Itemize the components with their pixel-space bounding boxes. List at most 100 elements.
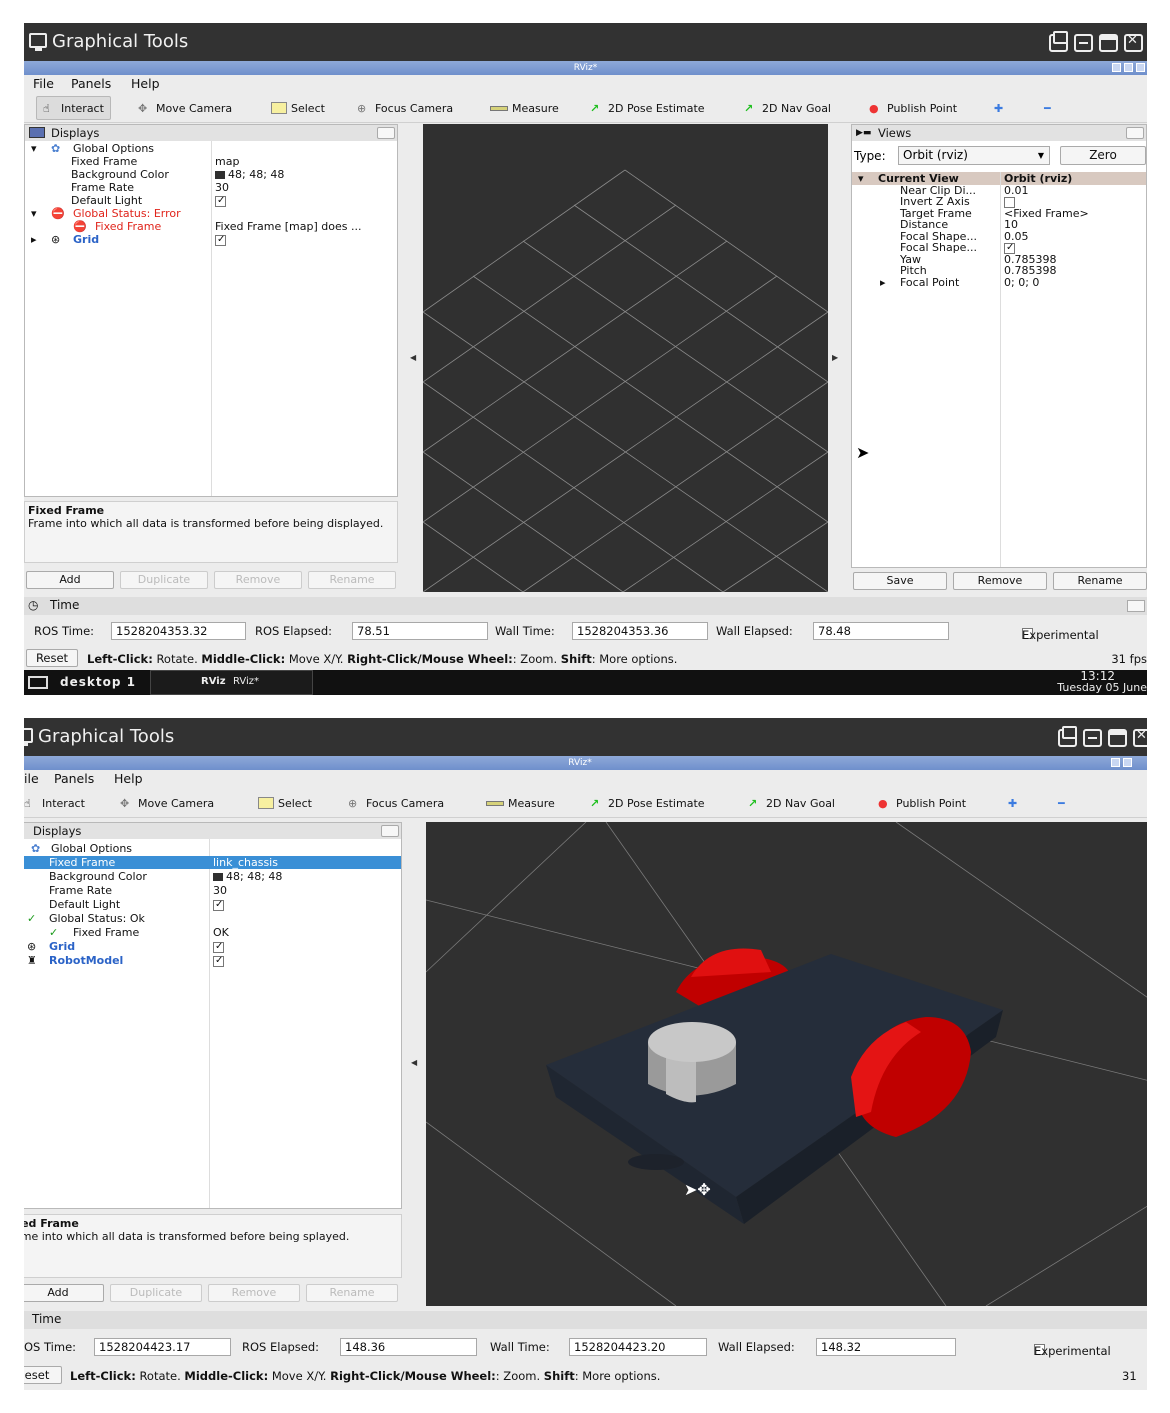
collapse-left-arrow-icon[interactable]: ◀ (411, 1058, 417, 1067)
restore-window-button[interactable] (1049, 31, 1068, 52)
reset-button[interactable]: eset (24, 1366, 62, 1384)
select-tool[interactable]: Select (258, 794, 312, 812)
wall-time-field[interactable]: 1528204353.36 (572, 622, 708, 640)
add-button[interactable]: Add (26, 571, 114, 589)
tree-row-background-color[interactable]: Background Color 48; 48; 48 (24, 870, 401, 883)
ros-time-field[interactable]: 1528204423.17 (94, 1338, 231, 1356)
tree-row-fixed-frame[interactable]: Fixed Frame link_chassis (24, 856, 401, 869)
duplicate-button[interactable]: Duplicate (110, 1284, 202, 1302)
expand-arrow-icon[interactable]: ▾ (31, 207, 37, 220)
collapse-right-arrow-icon[interactable]: ▶ (832, 353, 838, 362)
rename-view-button[interactable]: Rename (1053, 572, 1147, 590)
view-prop-row[interactable]: ▸ Focal Point 0; 0; 0 (852, 276, 1146, 289)
2d-nav-goal-tool[interactable]: ↗ 2D Nav Goal (744, 99, 831, 117)
tree-row-global-status[interactable]: ▾ ⛔ Global Status: Error (25, 207, 397, 220)
ros-elapsed-field[interactable]: 78.51 (352, 622, 488, 640)
desktop-label[interactable]: desktop 1 (60, 675, 136, 689)
menu-file[interactable]: ile (24, 771, 39, 786)
collapse-arrow-icon[interactable]: ▸ (880, 276, 886, 289)
rviz-minimize-button[interactable] (1111, 758, 1120, 767)
restore-window-button[interactable] (1058, 726, 1077, 747)
wall-elapsed-field[interactable]: 148.32 (816, 1338, 956, 1356)
add-tool-button[interactable]: ✚ (1008, 794, 1017, 812)
focus-camera-tool[interactable]: ⊕ Focus Camera (357, 99, 453, 117)
ros-elapsed-field[interactable]: 148.36 (340, 1338, 477, 1356)
3d-viewport[interactable]: ➤✥ (426, 822, 1147, 1306)
menu-panels[interactable]: Panels (71, 76, 111, 91)
rviz-minimize-button[interactable] (1112, 63, 1121, 72)
add-tool-button[interactable]: ✚ (994, 99, 1003, 117)
minimize-window-button[interactable] (1083, 729, 1102, 747)
minimize-window-button[interactable] (1074, 34, 1093, 52)
menu-panels[interactable]: Panels (54, 771, 94, 786)
rviz-close-button[interactable] (1136, 63, 1145, 72)
publish-point-tool[interactable]: ● Publish Point (869, 99, 957, 117)
2d-pose-estimate-tool[interactable]: ↗ 2D Pose Estimate (590, 794, 705, 812)
menu-help[interactable]: Help (131, 76, 160, 91)
remove-display-button[interactable]: Remove (208, 1284, 300, 1302)
collapse-arrow-icon[interactable]: ▸ (31, 233, 37, 246)
duplicate-button[interactable]: Duplicate (120, 571, 208, 589)
tree-row-fixed-frame-ok[interactable]: ✓ Fixed Frame OK (24, 926, 401, 939)
menu-help[interactable]: Help (114, 771, 143, 786)
wall-time-field[interactable]: 1528204423.20 (569, 1338, 707, 1356)
grid-checkbox[interactable] (213, 940, 224, 953)
tree-row-default-light[interactable]: Default Light (24, 898, 401, 911)
tree-row-background-color[interactable]: Background Color 48; 48; 48 (25, 168, 397, 181)
measure-tool[interactable]: Measure (486, 794, 555, 812)
remove-tool-button[interactable]: ━ (1058, 794, 1065, 812)
menu-file[interactable]: File (33, 76, 54, 91)
close-window-button[interactable] (1124, 33, 1143, 52)
reset-button[interactable]: Reset (26, 649, 78, 667)
move-camera-tool[interactable]: ✥ Move Camera (138, 99, 232, 117)
interact-tool[interactable]: ☝ Interact (36, 96, 111, 120)
default-light-checkbox[interactable] (213, 898, 224, 911)
tree-row-default-light[interactable]: Default Light (25, 194, 397, 207)
remove-view-button[interactable]: Remove (953, 572, 1047, 590)
interact-tool[interactable]: ☝ Interact (24, 794, 85, 812)
publish-point-tool[interactable]: ● Publish Point (878, 794, 966, 812)
tree-row-fixed-frame[interactable]: Fixed Frame map (25, 155, 397, 168)
invert-z-checkbox[interactable] (1004, 196, 1015, 208)
panel-close-button[interactable] (377, 127, 395, 139)
robot-model-checkbox[interactable] (213, 954, 224, 967)
zero-button[interactable]: Zero (1060, 146, 1146, 165)
rename-display-button[interactable]: Rename (306, 1284, 398, 1302)
ros-time-field[interactable]: 1528204353.32 (111, 622, 246, 640)
tree-row-global-options[interactable]: ▾ ✿ Global Options (25, 142, 397, 155)
2d-nav-goal-tool[interactable]: ↗ 2D Nav Goal (748, 794, 835, 812)
add-button[interactable]: Add (24, 1284, 104, 1302)
panel-close-button[interactable] (1126, 127, 1144, 139)
tree-row-grid[interactable]: ⊛ Grid (24, 940, 401, 953)
taskbar-rviz-item[interactable]: RViz RViz* (150, 670, 313, 695)
expand-arrow-icon[interactable]: ▾ (31, 142, 37, 155)
maximize-window-button[interactable] (1099, 34, 1118, 52)
remove-tool-button[interactable]: ━ (1044, 99, 1051, 117)
close-window-button[interactable] (1133, 728, 1147, 747)
tree-row-robot-model[interactable]: ♜ RobotModel (24, 954, 401, 967)
select-tool[interactable]: Select (271, 99, 325, 117)
panel-close-button[interactable] (381, 825, 399, 837)
move-camera-tool[interactable]: ✥ Move Camera (120, 794, 214, 812)
rviz-maximize-button[interactable] (1123, 758, 1132, 767)
rename-display-button[interactable]: Rename (308, 571, 396, 589)
tree-row-fixed-frame-error[interactable]: ⛔ Fixed Frame Fixed Frame [map] does ... (25, 220, 397, 233)
focus-camera-tool[interactable]: ⊕ Focus Camera (348, 794, 444, 812)
focal-shape-checkbox[interactable] (1004, 241, 1015, 254)
collapse-left-arrow-icon[interactable]: ◀ (410, 353, 416, 362)
3d-viewport[interactable] (423, 124, 828, 592)
rviz-maximize-button[interactable] (1124, 63, 1133, 72)
tree-row-frame-rate[interactable]: Frame Rate 30 (24, 884, 401, 897)
measure-tool[interactable]: Measure (490, 99, 559, 117)
view-type-select[interactable]: Orbit (rviz) ▼ (898, 146, 1050, 165)
tree-row-grid[interactable]: ▸ ⊛ Grid (25, 233, 397, 246)
tree-row-global-options[interactable]: ✿ Global Options (24, 842, 401, 855)
default-light-checkbox[interactable] (215, 194, 226, 207)
2d-pose-estimate-tool[interactable]: ↗ 2D Pose Estimate (590, 99, 705, 117)
panel-close-button[interactable] (1127, 600, 1145, 612)
maximize-window-button[interactable] (1108, 729, 1127, 747)
tree-row-frame-rate[interactable]: Frame Rate 30 (25, 181, 397, 194)
wall-elapsed-field[interactable]: 78.48 (813, 622, 949, 640)
remove-display-button[interactable]: Remove (214, 571, 302, 589)
tree-row-global-status[interactable]: ✓ Global Status: Ok (24, 912, 401, 925)
